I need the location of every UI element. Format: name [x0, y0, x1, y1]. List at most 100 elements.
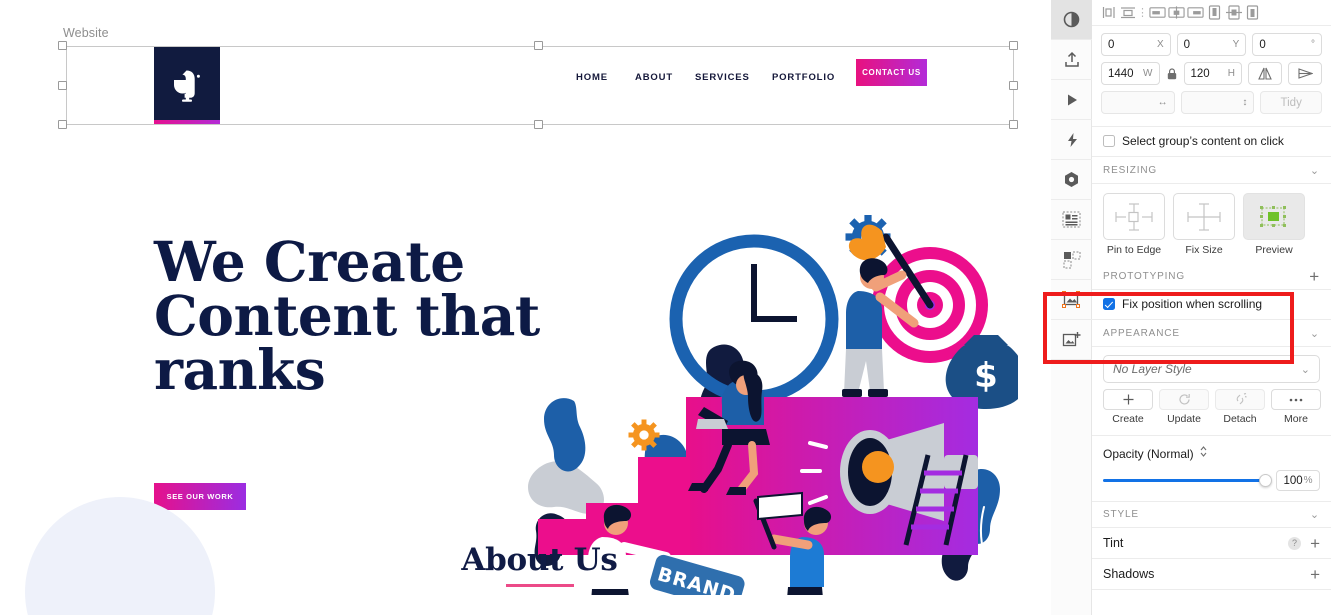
align-top-edges-icon[interactable]	[1119, 4, 1136, 22]
nav-item-portfolio[interactable]: PORTFOLIO	[772, 72, 835, 83]
width-field[interactable]: 1440 W	[1101, 62, 1160, 85]
ellipsis-icon[interactable]	[1271, 389, 1321, 410]
nav-item-services[interactable]: SERVICES	[695, 72, 750, 83]
about-underline	[505, 584, 574, 587]
selection-handle-bottom-right[interactable]	[1009, 120, 1018, 129]
see-our-work-button[interactable]: SEE OUR WORK	[154, 483, 246, 510]
more-options-icon[interactable]: ⋮	[1137, 4, 1148, 22]
detach-style-action[interactable]: Detach	[1215, 389, 1265, 425]
align-vertical-bottom-icon[interactable]	[1244, 4, 1261, 22]
height-unit-label: H	[1227, 68, 1235, 79]
fix-position-row[interactable]: Fix position when scrolling	[1092, 290, 1331, 320]
fix-position-label: Fix position when scrolling	[1122, 297, 1263, 311]
marketing-teamwork-illustration: $ BRAND	[518, 214, 1051, 615]
create-style-action[interactable]: Create	[1103, 389, 1153, 425]
layout-icon[interactable]	[1051, 200, 1092, 240]
resize-option-preview[interactable]: Preview	[1243, 193, 1305, 256]
play-icon[interactable]	[1051, 80, 1092, 120]
prototyping-section-header[interactable]: PROTOTYPING +	[1092, 263, 1331, 290]
chevron-down-icon-appearance[interactable]: ⌄	[1310, 327, 1320, 340]
tidy-button[interactable]: Tidy	[1260, 91, 1323, 114]
opacity-slider-knob[interactable]	[1259, 474, 1272, 487]
blend-mode-stepper-icon[interactable]	[1199, 445, 1208, 463]
chevron-down-icon[interactable]: ⌄	[1310, 164, 1320, 177]
x-value: 0	[1108, 38, 1115, 51]
transform-image-icon[interactable]	[1051, 280, 1092, 320]
selection-handle-bottom-left[interactable]	[58, 120, 67, 129]
fix-position-checkbox[interactable]	[1103, 298, 1115, 310]
lock-closed-icon[interactable]	[1166, 67, 1178, 80]
y-field[interactable]: 0 Y	[1176, 33, 1247, 56]
add-prototype-button[interactable]: +	[1309, 268, 1320, 285]
site-nav[interactable]: HOME ABOUT SERVICES PORTFOLIO CONTACT US	[63, 46, 1016, 125]
distribute-horizontal-field[interactable]: ↔	[1101, 91, 1175, 114]
layer-style-select[interactable]: No Layer Style ⌄	[1103, 355, 1320, 383]
flip-horizontal-icon[interactable]	[1248, 62, 1282, 85]
alignment-toolbar: ⋮	[1092, 0, 1331, 26]
selection-handle-top-center[interactable]	[534, 41, 543, 50]
distribute-vertical-field[interactable]: ↕	[1180, 91, 1255, 114]
component-icon[interactable]	[1051, 160, 1092, 200]
resize-option-pin-to-edge[interactable]: Pin to Edge	[1103, 193, 1165, 256]
opacity-slider[interactable]	[1103, 474, 1272, 487]
select-group-checkbox[interactable]	[1103, 135, 1115, 147]
style-section-header[interactable]: STYLE ⌄	[1092, 501, 1331, 528]
width-unit-label: W	[1143, 68, 1153, 79]
x-field[interactable]: 0 X	[1101, 33, 1171, 56]
resizing-section-header[interactable]: RESIZING ⌄	[1092, 157, 1331, 184]
select-group-label: Select group’s content on click	[1122, 134, 1284, 148]
resize-preview-icon[interactable]	[1243, 193, 1305, 240]
resize-preview-label: Preview	[1255, 244, 1293, 256]
add-tint-button[interactable]: +	[1310, 535, 1320, 552]
opacity-value-field[interactable]: 100 %	[1276, 470, 1320, 491]
layer-style-value: No Layer Style	[1113, 362, 1192, 376]
position-row: 0 X 0 Y 0 °	[1101, 33, 1323, 56]
update-style-action[interactable]: Update	[1159, 389, 1209, 425]
refresh-icon[interactable]	[1159, 389, 1209, 410]
flip-vertical-icon[interactable]	[1288, 62, 1322, 85]
select-group-content-row[interactable]: Select group’s content on click	[1092, 126, 1331, 157]
site-header-group[interactable]: HOME ABOUT SERVICES PORTFOLIO CONTACT US	[63, 46, 1016, 125]
align-horizontal-left-icon[interactable]	[1149, 4, 1166, 22]
align-horizontal-right-icon[interactable]	[1187, 4, 1204, 22]
detach-link-icon[interactable]	[1215, 389, 1265, 410]
selection-handle-top-right[interactable]	[1009, 41, 1018, 50]
nav-item-about[interactable]: ABOUT	[635, 72, 673, 83]
contrast-icon[interactable]	[1051, 0, 1092, 40]
plus-icon[interactable]	[1103, 389, 1153, 410]
fix-size-icon[interactable]	[1173, 193, 1235, 240]
nav-item-home[interactable]: HOME	[576, 72, 608, 83]
pin-to-edge-icon[interactable]	[1103, 193, 1165, 240]
help-icon[interactable]: ?	[1288, 536, 1302, 550]
tint-label: Tint	[1103, 536, 1124, 550]
add-image-icon[interactable]	[1051, 320, 1092, 360]
chevron-down-icon-style[interactable]: ⌄	[1310, 508, 1320, 521]
style-title: STYLE	[1103, 509, 1139, 520]
resize-option-fix-size[interactable]: Fix Size	[1173, 193, 1235, 256]
align-vertical-middle-icon[interactable]	[1225, 4, 1242, 22]
align-horizontal-center-icon[interactable]	[1168, 4, 1185, 22]
selection-handle-middle-right[interactable]	[1009, 81, 1018, 90]
bolt-icon[interactable]	[1051, 120, 1092, 160]
selection-handle-bottom-center[interactable]	[534, 120, 543, 129]
add-shadow-button[interactable]: +	[1310, 566, 1320, 583]
contact-us-button[interactable]: CONTACT US	[856, 59, 927, 86]
mask-icon[interactable]	[1051, 240, 1092, 280]
align-left-edges-icon[interactable]	[1100, 4, 1117, 22]
artboard-website[interactable]: HOME ABOUT SERVICES PORTFOLIO CONTACT US…	[25, 46, 1051, 615]
y-value: 0	[1183, 38, 1191, 51]
selection-handle-top-left[interactable]	[58, 41, 67, 50]
more-style-action[interactable]: More	[1271, 389, 1321, 425]
more-style-label: More	[1284, 413, 1308, 425]
selection-handle-middle-left[interactable]	[58, 81, 67, 90]
tint-row[interactable]: Tint ? +	[1092, 528, 1331, 559]
artboard-label[interactable]: Website	[63, 26, 109, 40]
export-icon[interactable]	[1051, 40, 1092, 80]
align-vertical-top-icon[interactable]	[1206, 4, 1223, 22]
appearance-section-header[interactable]: APPEARANCE ⌄	[1092, 320, 1331, 347]
height-field[interactable]: 120 H	[1183, 62, 1242, 85]
rotation-unit-label: °	[1311, 39, 1316, 50]
shadows-row[interactable]: Shadows +	[1092, 559, 1331, 590]
rotation-field[interactable]: 0 °	[1252, 33, 1323, 56]
design-canvas[interactable]: Website HOME ABOUT SERVICES PORTFOLIO CO…	[0, 0, 1051, 615]
